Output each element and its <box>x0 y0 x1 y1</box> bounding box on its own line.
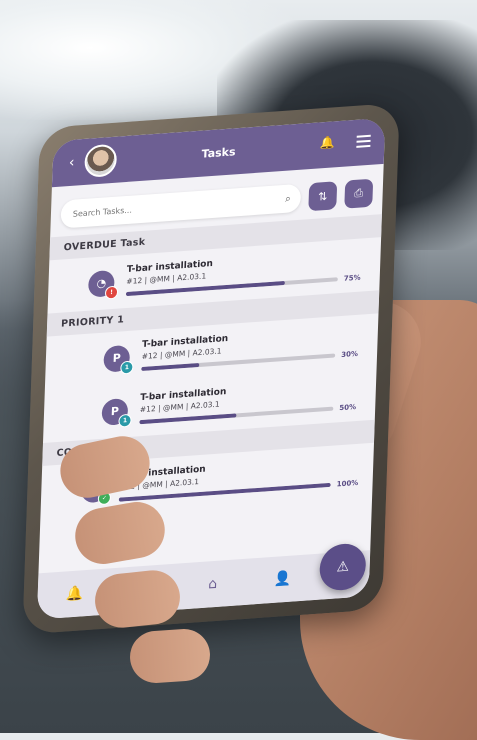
clock-icon: ◔! <box>87 269 119 300</box>
search-icon[interactable]: ⌕ <box>285 193 291 204</box>
priority-badge: 1 <box>118 413 132 428</box>
printer-icon: ⎙ <box>354 186 364 201</box>
progress-percent: 100% <box>336 478 359 489</box>
bell-icon[interactable]: 🔔 <box>319 135 334 150</box>
progress-percent: 30% <box>341 349 359 360</box>
home-icon[interactable]: ⌂ <box>208 576 217 593</box>
print-button[interactable]: ⎙ <box>344 178 374 209</box>
progress-percent: 50% <box>339 402 357 413</box>
bell-icon[interactable]: 🔔 <box>66 585 84 602</box>
finger <box>128 627 212 685</box>
search-input[interactable] <box>70 193 286 220</box>
progress-fill <box>141 362 200 372</box>
progress-percent: 75% <box>343 273 361 283</box>
overdue-badge: ! <box>104 285 119 300</box>
priority-icon: P1 <box>103 344 134 375</box>
priority-badge: 1 <box>120 360 134 375</box>
smartphone: ‹ Tasks 🔔 ⌕ ⇅ ⎙ OVERDUE Task ◔! T-bar in… <box>22 102 400 635</box>
user-icon[interactable]: 👤 <box>273 571 291 588</box>
menu-icon[interactable] <box>356 132 371 151</box>
priority-icon: P1 <box>101 397 132 428</box>
progress-fill <box>139 413 237 425</box>
sort-button[interactable]: ⇅ <box>308 181 338 212</box>
sort-icon: ⇅ <box>317 189 328 204</box>
